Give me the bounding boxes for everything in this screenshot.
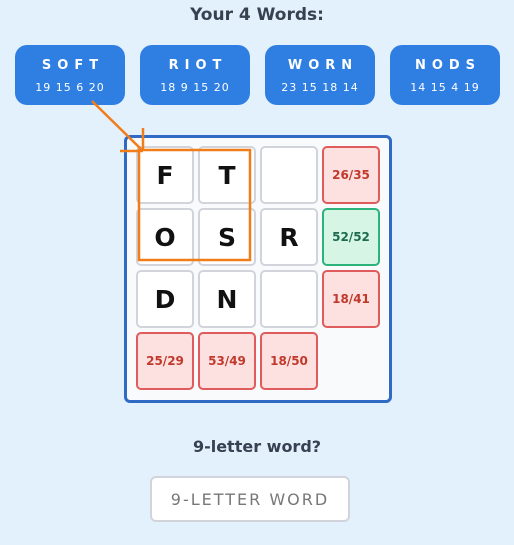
game-board: F T 26/35 O S R 52/52 D N 18/41 25/29 53…	[124, 135, 392, 403]
score-cell: 25/29	[136, 332, 194, 390]
word-numbers: 18 9 15 20	[160, 81, 230, 94]
score-cell: 18/50	[260, 332, 318, 390]
word-numbers: 19 15 6 20	[35, 81, 105, 94]
word-letters: SOFT	[41, 58, 105, 73]
word-pill-1[interactable]: SOFT 19 15 6 20	[15, 45, 125, 105]
grid-cell[interactable]: N	[198, 270, 256, 328]
answer-input[interactable]	[150, 476, 350, 522]
word-numbers: 14 15 4 19	[410, 81, 480, 94]
grid-cell[interactable]: D	[136, 270, 194, 328]
grid-cell[interactable]: T	[198, 146, 256, 204]
grid-cell[interactable]: F	[136, 146, 194, 204]
score-cell: 52/52	[322, 208, 380, 266]
word-letters: WORN	[287, 58, 359, 73]
grid-cell[interactable]	[260, 146, 318, 204]
word-pill-2[interactable]: RIOT 18 9 15 20	[140, 45, 250, 105]
question-label: 9-letter word?	[192, 437, 322, 456]
grid-cell[interactable]: R	[260, 208, 318, 266]
page-title: Your 4 Words:	[190, 5, 324, 25]
score-cell: 26/35	[322, 146, 380, 204]
word-pill-3[interactable]: WORN 23 15 18 14	[265, 45, 375, 105]
grid-cell[interactable]: S	[198, 208, 256, 266]
word-letters: NODS	[414, 58, 482, 73]
word-numbers: 23 15 18 14	[281, 81, 359, 94]
word-letters: RIOT	[168, 58, 228, 73]
word-pill-4[interactable]: NODS 14 15 4 19	[390, 45, 500, 105]
grid-cell[interactable]: O	[136, 208, 194, 266]
grid-cell[interactable]	[260, 270, 318, 328]
score-cell: 18/41	[322, 270, 380, 328]
score-cell: 53/49	[198, 332, 256, 390]
